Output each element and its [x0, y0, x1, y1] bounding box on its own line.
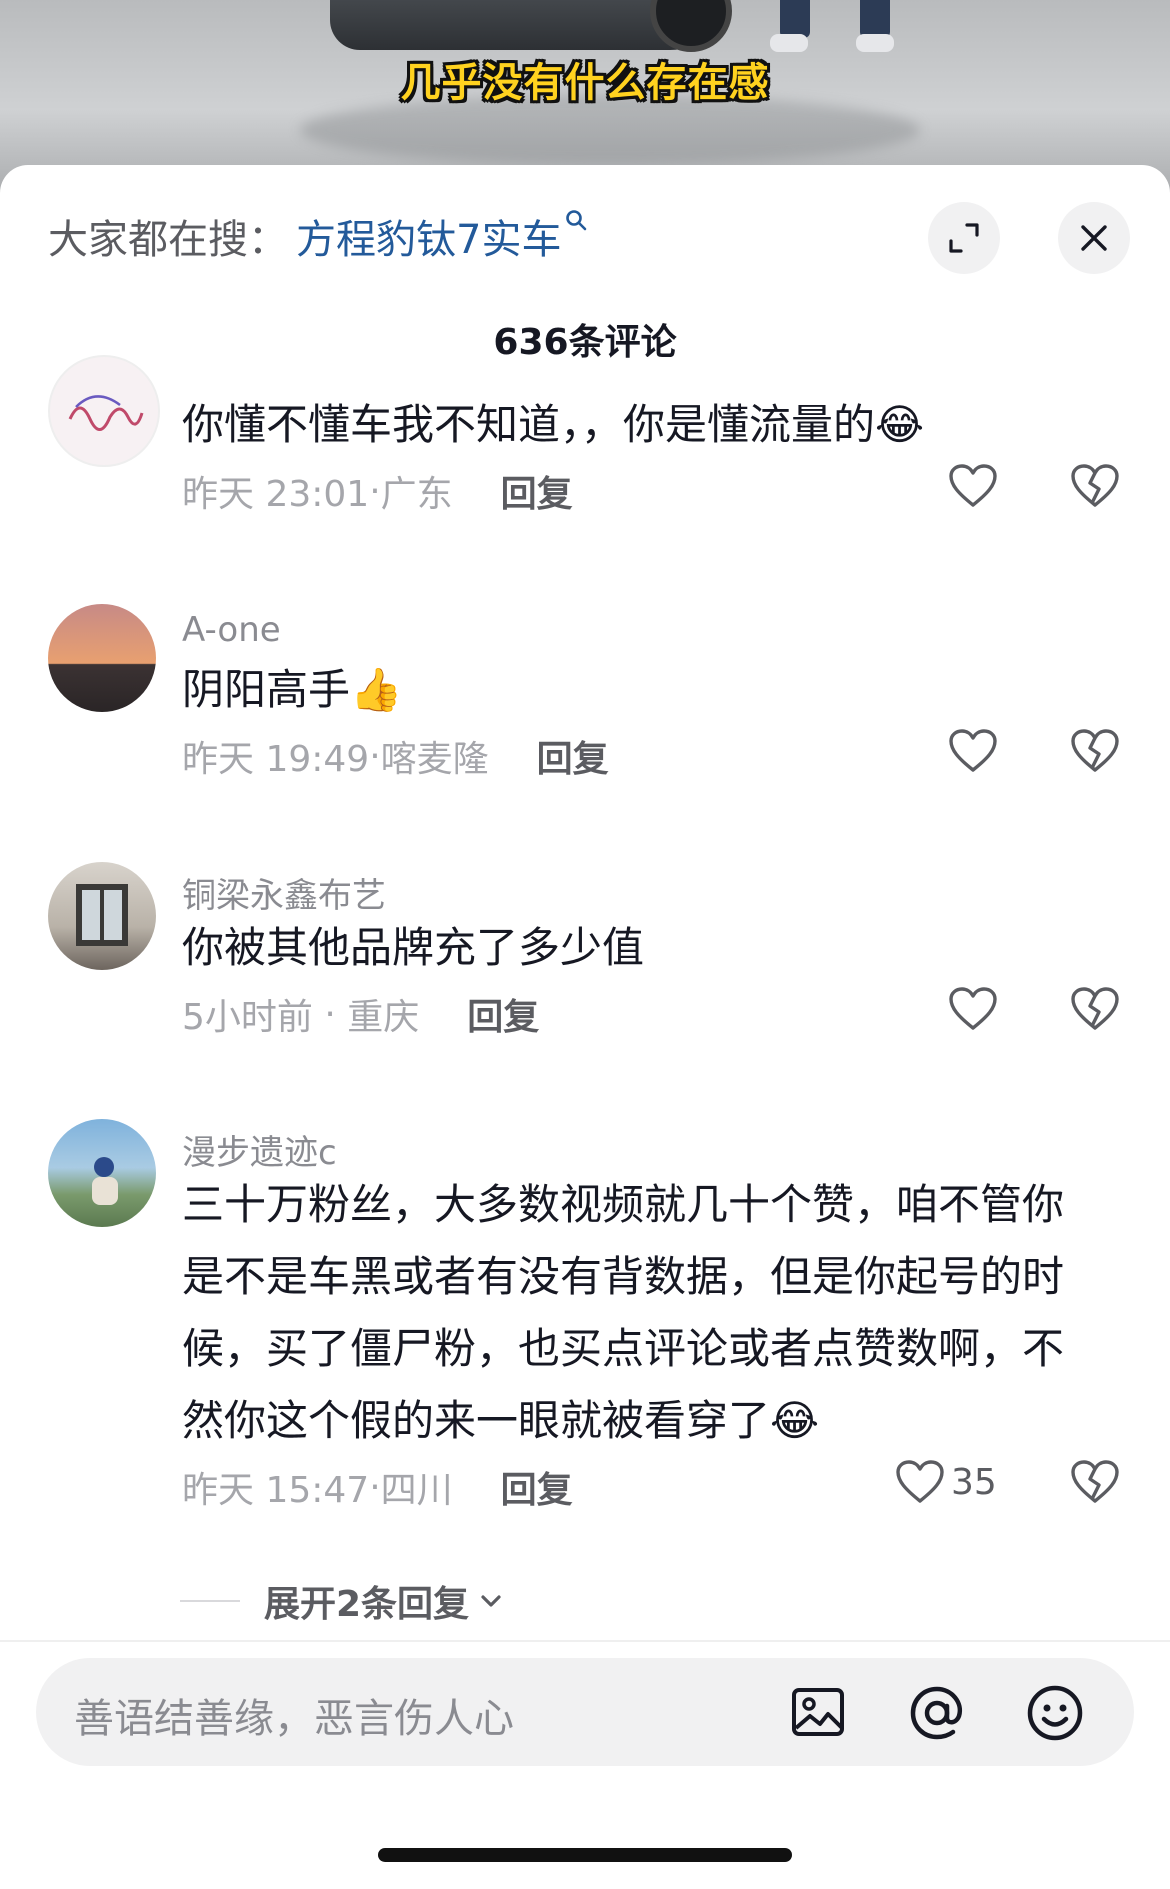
- comment-count-title: 636条评论: [493, 322, 677, 363]
- dislike-button[interactable]: [1070, 463, 1120, 513]
- close-button[interactable]: [1058, 202, 1130, 274]
- input-divider: [0, 1640, 1170, 1642]
- comment-location: 重庆: [347, 997, 420, 1038]
- comment-text: 阴阳高手👍: [182, 665, 403, 714]
- dislike-icon: [1071, 729, 1119, 772]
- dislike-icon: [1071, 464, 1119, 507]
- image-button[interactable]: [790, 1684, 846, 1744]
- comment-meta: 5小时前 · 重庆 回复: [182, 988, 539, 1040]
- like-button[interactable]: [948, 728, 998, 774]
- thumbs-up-emoji-icon: 👍: [350, 665, 403, 714]
- heart-icon: [949, 987, 997, 1030]
- heart-icon: [949, 464, 997, 507]
- comment-location: 广东: [380, 474, 453, 515]
- comment-input-placeholder: 善语结善缘，恶言伤人心: [74, 1696, 514, 1742]
- comment-time: 昨天 19:49: [182, 739, 370, 780]
- expand-replies-line: [180, 1600, 240, 1602]
- comment-username[interactable]: A-one: [182, 610, 281, 650]
- avatar-room-image: [76, 884, 128, 946]
- like-button[interactable]: 35: [895, 1459, 997, 1505]
- search-suggestion-prefix: 大家都在搜：: [48, 217, 288, 263]
- mention-button[interactable]: [908, 1684, 966, 1746]
- comment-input[interactable]: 善语结善缘，恶言伤人心: [36, 1658, 1134, 1766]
- comment-time: 昨天 23:01: [182, 474, 370, 515]
- comment-username[interactable]: 漫步遗迹c: [182, 1125, 337, 1174]
- emoji-button[interactable]: [1026, 1684, 1084, 1746]
- search-suggestion-term[interactable]: 方程豹钛7实车: [296, 207, 561, 265]
- comment-username[interactable]: 铜梁永鑫布艺: [182, 868, 386, 917]
- laughing-emoji-icon: 😂: [875, 400, 925, 449]
- comment-sheet: 大家都在搜： 方程豹钛7实车 636条评论 你懂不懂车我不知道，，你是懂流量的😂: [0, 165, 1170, 1889]
- expand-icon: [949, 223, 979, 253]
- dislike-button[interactable]: [1070, 728, 1120, 778]
- comment-location: 喀麦隆: [380, 739, 489, 780]
- reply-button[interactable]: 回复: [467, 988, 539, 1040]
- dislike-button[interactable]: [1070, 1459, 1120, 1509]
- reply-button[interactable]: 回复: [501, 1461, 573, 1513]
- like-count: 35: [951, 1461, 997, 1503]
- comment-meta: 昨天 19:49 · 喀麦隆 回复: [182, 730, 609, 782]
- heart-icon: [949, 729, 997, 772]
- reply-button[interactable]: 回复: [501, 465, 573, 517]
- avatar-scribble-image: [68, 395, 144, 431]
- at-icon: [910, 1686, 963, 1740]
- reply-button[interactable]: 回复: [537, 730, 609, 782]
- dislike-icon: [1071, 987, 1119, 1030]
- like-button[interactable]: [948, 463, 998, 509]
- comment-meta: 昨天 15:47 · 四川 回复: [182, 1461, 573, 1513]
- home-indicator[interactable]: [378, 1848, 792, 1862]
- comment-text: 你被其他品牌充了多少值: [182, 923, 645, 972]
- chevron-down-icon: [481, 1595, 501, 1607]
- comment-time: 昨天 15:47: [182, 1470, 370, 1511]
- avatar-person-image: [92, 1157, 118, 1205]
- search-icon: [566, 210, 587, 231]
- close-icon: [1081, 225, 1107, 251]
- avatar[interactable]: [48, 862, 156, 970]
- emoji-icon: [1027, 1685, 1083, 1741]
- like-button[interactable]: [948, 986, 998, 1032]
- avatar[interactable]: [48, 1119, 156, 1227]
- dislike-icon: [1071, 1460, 1119, 1503]
- image-icon: [792, 1688, 844, 1736]
- search-suggestion[interactable]: 大家都在搜： 方程豹钛7实车: [48, 210, 587, 263]
- comment-text: 三十万粉丝，大多数视频就几十个赞，咱不管你是不是车黑或者有没有背数据，但是你起号…: [182, 1180, 1065, 1445]
- comment-time: 5小时前: [182, 997, 313, 1038]
- heart-icon: [896, 1460, 944, 1503]
- comment-text: 你懂不懂车我不知道，，你是懂流量的😂: [182, 400, 925, 449]
- avatar[interactable]: [48, 604, 156, 712]
- comment-meta: 昨天 23:01 · 广东 回复: [182, 465, 573, 517]
- video-subtitle: 几乎没有什么存在感: [400, 60, 770, 106]
- expand-replies-button[interactable]: 展开2条回复: [180, 1575, 505, 1627]
- expand-button[interactable]: [928, 202, 1000, 274]
- expand-replies-label: 展开2条回复: [264, 1584, 470, 1625]
- avatar[interactable]: [48, 355, 160, 467]
- dislike-button[interactable]: [1070, 986, 1120, 1036]
- comment-location: 四川: [380, 1470, 453, 1511]
- laughing-emoji-icon: 😂: [770, 1396, 820, 1445]
